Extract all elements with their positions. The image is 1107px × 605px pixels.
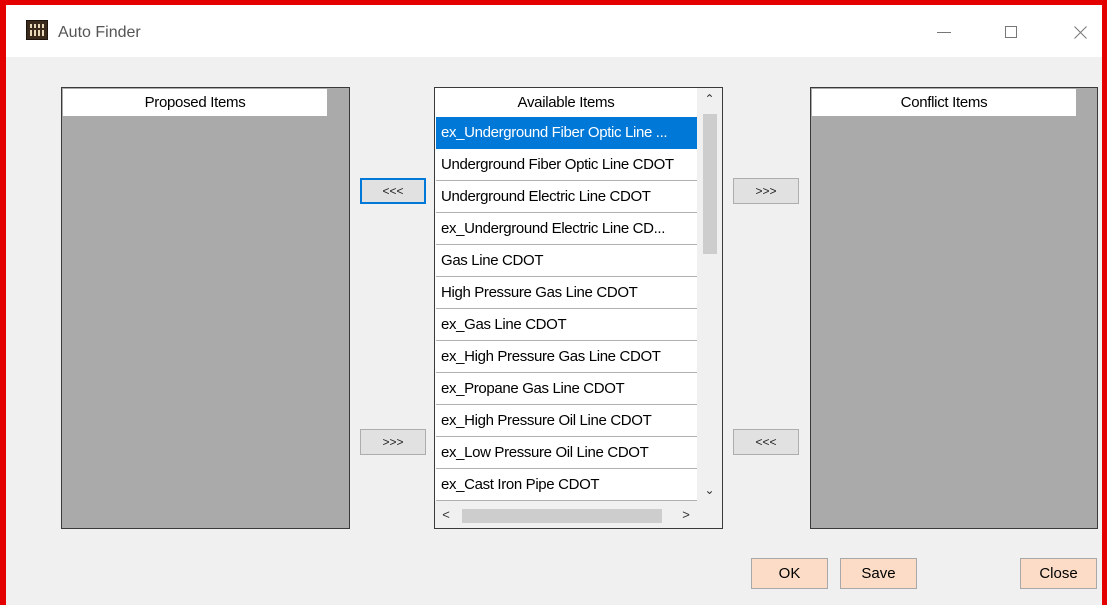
window-title: Auto Finder	[58, 24, 141, 41]
auto-finder-window: Auto Finder Proposed Items <<< >>> Avail…	[0, 0, 1107, 605]
scrollbar-corner	[697, 501, 722, 528]
vertical-scroll-thumb[interactable]	[703, 114, 717, 254]
title-bar: Auto Finder	[6, 5, 1102, 57]
list-item[interactable]: ex_High Pressure Gas Line CDOT	[436, 341, 697, 373]
list-item[interactable]: ex_Underground Fiber Optic Line ...	[436, 117, 697, 149]
ok-button[interactable]: OK	[751, 558, 828, 589]
close-icon[interactable]	[1060, 17, 1100, 47]
scroll-up-icon[interactable]: ⌃	[697, 88, 722, 110]
list-item[interactable]: High Pressure Gas Line CDOT	[436, 277, 697, 309]
list-item[interactable]: ex_Propane Gas Line CDOT	[436, 373, 697, 405]
close-button[interactable]: Close	[1020, 558, 1097, 589]
list-item[interactable]: Gas Line CDOT	[436, 245, 697, 277]
vertical-scrollbar[interactable]: ⌃ ⌄	[697, 88, 722, 501]
horizontal-scrollbar[interactable]: < >	[435, 501, 697, 528]
available-items-header: Available Items	[436, 89, 696, 116]
cess-app-icon	[26, 20, 48, 40]
maximize-icon[interactable]	[991, 17, 1031, 47]
proposed-items-header: Proposed Items	[63, 89, 327, 116]
list-item[interactable]: Underground Fiber Optic Line CDOT	[436, 149, 697, 181]
horizontal-scroll-thumb[interactable]	[462, 509, 662, 523]
scroll-left-icon[interactable]: <	[435, 501, 457, 528]
move-to-conflict-button[interactable]: >>>	[733, 178, 799, 204]
move-from-proposed-button[interactable]: >>>	[360, 429, 426, 455]
available-items-list[interactable]: Available Items ex_Underground Fiber Opt…	[434, 87, 723, 529]
list-item[interactable]: ex_High Pressure Oil Line CDOT	[436, 405, 697, 437]
minimize-icon[interactable]	[924, 17, 964, 47]
list-item[interactable]: ex_Cast Iron Pipe CDOT	[436, 469, 697, 501]
list-item[interactable]: ex_Underground Electric Line CD...	[436, 213, 697, 245]
scroll-down-icon[interactable]: ⌄	[697, 479, 722, 501]
move-to-proposed-button[interactable]: <<<	[360, 178, 426, 204]
list-item[interactable]: Underground Electric Line CDOT	[436, 181, 697, 213]
available-items-rows: ex_Underground Fiber Optic Line ... Under…	[436, 117, 697, 501]
scroll-right-icon[interactable]: >	[675, 501, 697, 528]
list-item[interactable]: ex_Low Pressure Oil Line CDOT	[436, 437, 697, 469]
conflict-items-list[interactable]: Conflict Items	[810, 87, 1098, 529]
move-from-conflict-button[interactable]: <<<	[733, 429, 799, 455]
proposed-items-list[interactable]: Proposed Items	[61, 87, 350, 529]
save-button[interactable]: Save	[840, 558, 917, 589]
conflict-items-header: Conflict Items	[812, 89, 1076, 116]
list-item[interactable]: ex_Gas Line CDOT	[436, 309, 697, 341]
